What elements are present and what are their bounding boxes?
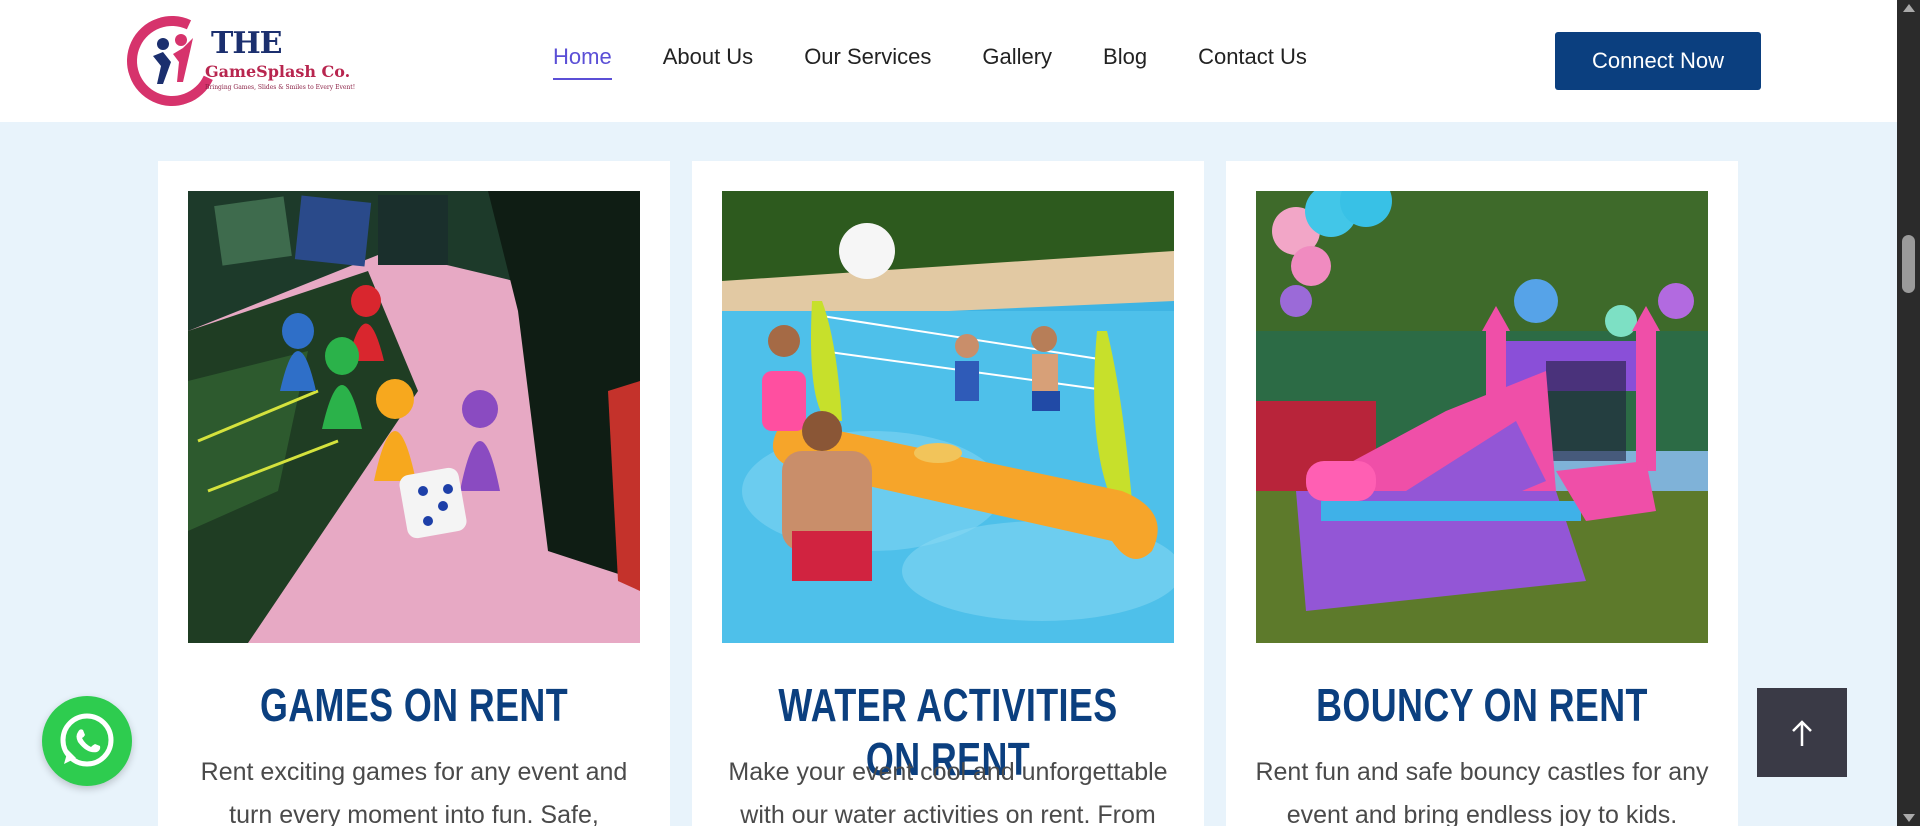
- site-header: THE GameSplash Co. Bringing Games, Slide…: [0, 0, 1897, 122]
- nav-home[interactable]: Home: [553, 44, 612, 80]
- logo-the-text: THE: [211, 26, 283, 61]
- service-card-games[interactable]: GAMES ON RENT Rent exciting games for an…: [158, 161, 670, 826]
- whatsapp-button[interactable]: [42, 696, 132, 786]
- connect-now-button[interactable]: Connect Now: [1555, 32, 1761, 90]
- service-card-water-activities[interactable]: WATER ACTIVITIES ON RENT Make your event…: [692, 161, 1204, 826]
- bouncy-image: [1256, 191, 1708, 643]
- nav-contact-us[interactable]: Contact Us: [1198, 44, 1307, 76]
- scroll-up-arrow-icon[interactable]: [1903, 4, 1915, 12]
- games-image: [188, 191, 640, 643]
- site-logo[interactable]: THE GameSplash Co. Bringing Games, Slide…: [114, 3, 356, 119]
- card-title: GAMES ON RENT: [259, 679, 569, 731]
- back-to-top-button[interactable]: [1757, 688, 1847, 777]
- service-card-bouncy[interactable]: BOUNCY ON RENT Rent fun and safe bouncy …: [1226, 161, 1738, 826]
- card-description: Rent exciting games for any event and tu…: [200, 758, 628, 826]
- water-activities-image: [722, 191, 1174, 643]
- nav-about-us[interactable]: About Us: [663, 44, 754, 76]
- scroll-thumb[interactable]: [1902, 235, 1915, 293]
- nav-our-services[interactable]: Our Services: [804, 44, 931, 76]
- logo-figures-icon: [153, 34, 193, 84]
- card-description: Rent fun and safe bouncy castles for any…: [1255, 758, 1709, 826]
- card-title: BOUNCY ON RENT: [1316, 679, 1648, 731]
- logo-brand-name: GameSplash Co.: [205, 62, 351, 81]
- card-description: Make your event cool and unforgettable w…: [728, 758, 1168, 826]
- arrow-up-icon: [1792, 719, 1812, 746]
- scroll-down-arrow-icon[interactable]: [1903, 814, 1915, 822]
- main-nav: Home About Us Our Services Gallery Blog …: [553, 44, 1358, 80]
- page-scrollbar[interactable]: [1897, 0, 1920, 826]
- whatsapp-icon: [60, 713, 114, 767]
- nav-gallery[interactable]: Gallery: [982, 44, 1052, 76]
- nav-blog[interactable]: Blog: [1103, 44, 1147, 76]
- logo-tagline: Bringing Games, Slides & Smiles to Every…: [205, 84, 356, 91]
